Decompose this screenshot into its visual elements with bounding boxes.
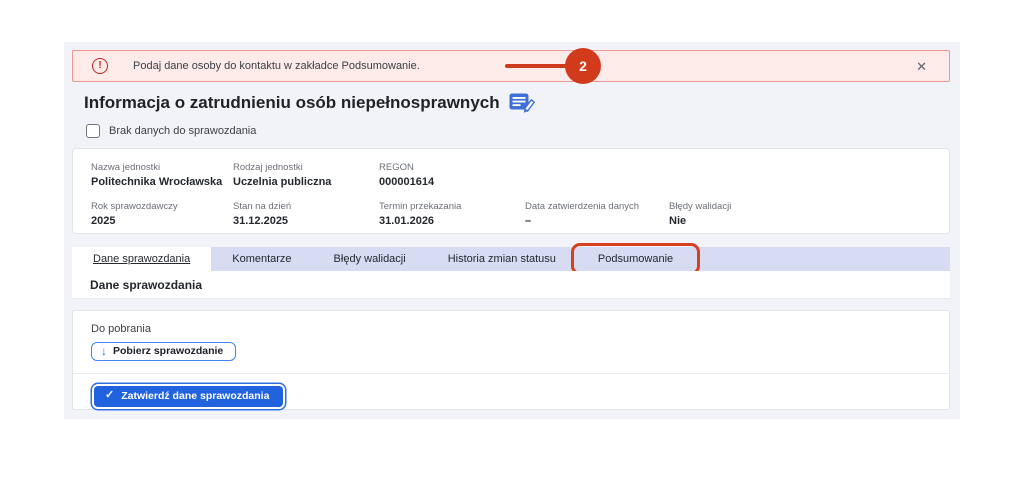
info-row: Nazwa jednostki Politechnika Wrocławska … <box>91 162 931 188</box>
document-edit-icon[interactable] <box>509 92 535 114</box>
download-button-label: Pobierz sprawozdanie <box>113 345 223 357</box>
checkbox-label: Brak danych do sprawozdania <box>109 125 256 137</box>
alert-icon: ! <box>92 58 108 74</box>
tab-bledy-walidacji[interactable]: Błędy walidacji <box>313 247 427 271</box>
download-section-label: Do pobrania <box>91 323 931 335</box>
tab-historia-zmian-statusu[interactable]: Historia zmian statusu <box>427 247 577 271</box>
info-field: Rok sprawozdawczy 2025 <box>91 201 233 227</box>
info-row: Rok sprawozdawczy 2025 Stan na dzień 31.… <box>91 201 931 227</box>
section-header: Dane sprawozdania <box>72 271 950 299</box>
check-icon: ✓ <box>105 390 114 401</box>
info-field: Błędy walidacji Nie <box>669 201 931 227</box>
download-icon: ↓ <box>101 345 107 357</box>
actions-card: Do pobrania ↓ Pobierz sprawozdanie ✓ Zat… <box>72 310 950 410</box>
report-info-card: Nazwa jednostki Politechnika Wrocławska … <box>72 148 950 234</box>
no-data-checkbox[interactable]: Brak danych do sprawozdania <box>86 124 256 138</box>
info-field: Rodzaj jednostki Uczelnia publiczna <box>233 162 379 188</box>
divider <box>73 373 949 374</box>
page: ! Podaj dane osoby do kontaktu w zakładc… <box>0 0 1024 494</box>
section-title: Dane sprawozdania <box>72 271 950 299</box>
confirm-report-button[interactable]: ✓ Zatwierdź dane sprawozdania <box>94 386 283 407</box>
info-field: Stan na dzień 31.12.2025 <box>233 201 379 227</box>
info-field: Nazwa jednostki Politechnika Wrocławska <box>91 162 233 188</box>
page-title: Informacja o zatrudnieniu osób niepełnos… <box>84 93 500 113</box>
tab-dane-sprawozdania[interactable]: Dane sprawozdania <box>72 247 211 271</box>
alert-message: Podaj dane osoby do kontaktu w zakładce … <box>133 60 420 72</box>
annotation-line <box>505 64 569 68</box>
info-field: Data zatwierdzenia danych – <box>525 201 669 227</box>
tab-podsumowanie[interactable]: Podsumowanie <box>577 247 694 271</box>
download-report-button[interactable]: ↓ Pobierz sprawozdanie <box>91 342 236 361</box>
info-field: Termin przekazania 31.01.2026 <box>379 201 525 227</box>
confirm-button-label: Zatwierdź dane sprawozdania <box>121 390 269 402</box>
close-icon[interactable]: ✕ <box>916 59 927 75</box>
title-row: Informacja o zatrudnieniu osób niepełnos… <box>84 92 535 114</box>
content-panel: ! Podaj dane osoby do kontaktu w zakładc… <box>64 42 960 419</box>
tab-komentarze[interactable]: Komentarze <box>211 247 312 271</box>
checkbox-box[interactable] <box>86 124 100 138</box>
tab-bar: Dane sprawozdania Komentarze Błędy walid… <box>72 247 950 271</box>
info-field: REGON 000001614 <box>379 162 525 188</box>
annotation-step-badge: 2 <box>565 48 601 84</box>
